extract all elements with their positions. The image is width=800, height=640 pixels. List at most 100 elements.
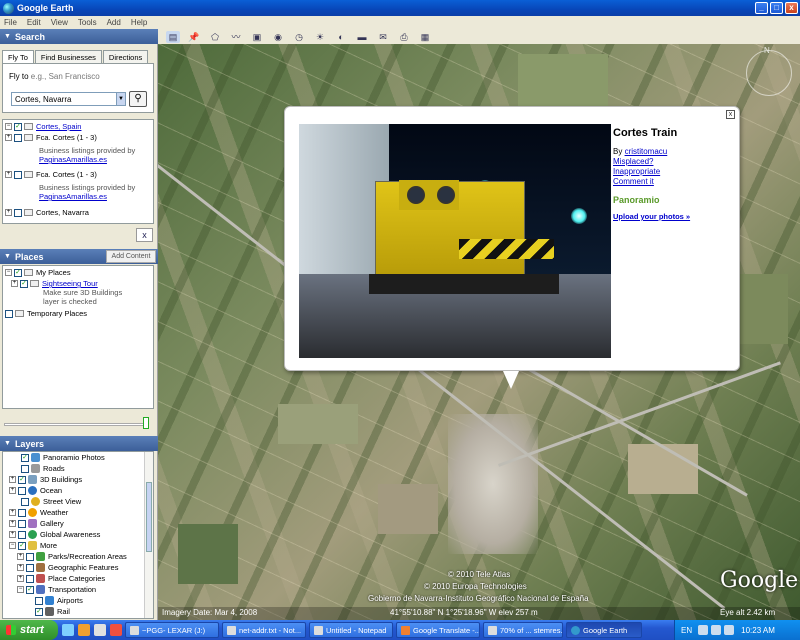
expand-icon[interactable]: − [5,123,12,130]
list-item[interactable]: + ✓ Sightseeing Tour [11,279,98,288]
result-source-link[interactable]: PaginasAmarillas.es [39,155,107,164]
checkbox[interactable] [18,508,26,517]
upload-photos-link[interactable]: Upload your photos » [613,212,690,221]
planet-icon[interactable]: ◐ [334,31,348,43]
checkbox[interactable] [18,519,26,528]
expand-icon[interactable]: + [17,564,24,571]
tab-fly-to[interactable]: Fly To [2,50,34,64]
list-item[interactable]: + Place Categories [17,574,105,583]
layers-header[interactable]: ▼ Layers [0,436,158,451]
start-button[interactable]: start [0,620,58,640]
maps-icon[interactable]: ▦ [418,31,432,43]
checkbox[interactable]: ✓ [14,122,22,131]
minimize-button[interactable]: _ [755,2,768,14]
task-notepad[interactable]: Untitled - Notepad [309,622,393,638]
tab-directions[interactable]: Directions [102,50,149,64]
ruler-icon[interactable]: ▬ [355,31,369,43]
tab-find-businesses[interactable]: Find Businesses [34,50,102,64]
firefox-icon[interactable] [78,624,90,636]
expand-icon[interactable]: + [17,575,24,582]
historical-imagery-icon[interactable]: ◷ [292,31,306,43]
image-overlay-icon[interactable]: ▣ [250,31,264,43]
list-item[interactable]: + Geographic Features [17,563,118,572]
list-item[interactable]: + Ocean [9,486,62,495]
list-item[interactable]: + Gallery [9,519,64,528]
result-source-link[interactable]: PaginasAmarillas.es [39,192,107,201]
result-label[interactable]: Cortes, Spain [36,122,81,131]
sightseeing-tour-link[interactable]: Sightseeing Tour [42,279,98,288]
checkbox[interactable] [14,133,22,142]
list-item[interactable]: Street View [21,497,81,506]
comment-link[interactable]: Comment it [613,177,667,187]
layers-scrollbar[interactable] [144,452,153,618]
panoramio-logo[interactable]: Panoramio [613,195,660,205]
task-google-translate[interactable]: Google Translate -... [396,622,480,638]
search-button[interactable]: ⚲ [129,91,147,107]
language-indicator[interactable]: EN [681,626,692,635]
checkbox[interactable] [35,596,43,605]
maximize-button[interactable]: □ [770,2,783,14]
list-item[interactable]: + Global Awareness [9,530,100,539]
list-item[interactable]: Airports [35,596,83,605]
list-item[interactable]: ✓ Panoramio Photos [21,453,105,462]
explorer-icon[interactable] [94,624,106,636]
list-item[interactable]: − ✓ Cortes, Spain [5,122,81,131]
misplaced-link[interactable]: Misplaced? [613,157,667,167]
checkbox[interactable]: ✓ [18,541,26,550]
menu-tools[interactable]: Tools [78,18,97,27]
media-icon[interactable] [110,624,122,636]
scrollbar-thumb[interactable] [146,482,152,552]
expand-icon[interactable]: + [9,520,16,527]
checkbox[interactable] [21,464,29,473]
sidebar-toggle-icon[interactable]: ▤ [166,30,180,43]
expand-icon[interactable]: + [5,134,12,141]
placemark-icon[interactable]: 📌 [187,31,201,43]
checkbox[interactable]: ✓ [21,453,29,462]
close-button[interactable]: x [785,2,798,14]
expand-icon[interactable]: − [9,542,16,549]
list-item[interactable]: + Fca. Cortes (1 - 3) [5,133,97,142]
task-google-earth[interactable]: Google Earth [566,622,642,638]
search-input[interactable] [11,92,125,106]
task-lexar[interactable]: ~PGG- LEXAR (J:) [125,622,219,638]
search-header[interactable]: ▼ Search [0,29,158,44]
checkbox[interactable] [18,486,26,495]
polygon-icon[interactable]: ⬠ [208,31,222,43]
author-link[interactable]: cristitomacu [625,147,668,156]
checkbox[interactable]: ✓ [18,475,26,484]
menu-view[interactable]: View [51,18,68,27]
navigation-compass[interactable] [746,50,792,96]
expand-icon[interactable]: + [5,209,12,216]
checkbox[interactable] [26,574,34,583]
checkbox[interactable]: ✓ [26,585,34,594]
checkbox[interactable]: ✓ [14,268,22,277]
expand-icon[interactable]: + [9,509,16,516]
result-label[interactable]: Fca. Cortes (1 - 3) [36,133,97,142]
clock[interactable]: 10:23 AM [741,626,775,635]
checkbox[interactable] [26,552,34,561]
my-places-label[interactable]: My Places [36,268,71,277]
expand-icon[interactable]: − [5,269,12,276]
result-label[interactable]: Cortes, Navarra [36,208,89,217]
sunlight-icon[interactable]: ☀ [313,31,327,43]
ie-icon[interactable] [62,624,74,636]
expand-icon[interactable]: + [11,280,18,287]
add-content-button[interactable]: Add Content [106,250,156,263]
checkbox[interactable] [18,530,26,539]
expand-icon[interactable]: + [17,553,24,560]
expand-icon[interactable]: + [9,531,16,538]
list-item[interactable]: + Parks/Recreation Areas [17,552,127,561]
slider-thumb[interactable] [143,417,149,429]
balloon-close-button[interactable]: x [726,110,735,119]
checkbox[interactable] [5,309,13,318]
expand-icon[interactable]: + [9,487,16,494]
expand-icon[interactable]: + [5,171,12,178]
menu-file[interactable]: File [4,18,17,27]
checkbox[interactable] [21,497,29,506]
security-icon[interactable] [724,625,735,635]
result-label[interactable]: Fca. Cortes (1 - 3) [36,170,97,179]
expand-icon[interactable]: + [9,476,16,483]
list-item[interactable]: Temporary Places [5,309,87,318]
menu-add[interactable]: Add [107,18,121,27]
checkbox[interactable]: ✓ [35,607,43,616]
